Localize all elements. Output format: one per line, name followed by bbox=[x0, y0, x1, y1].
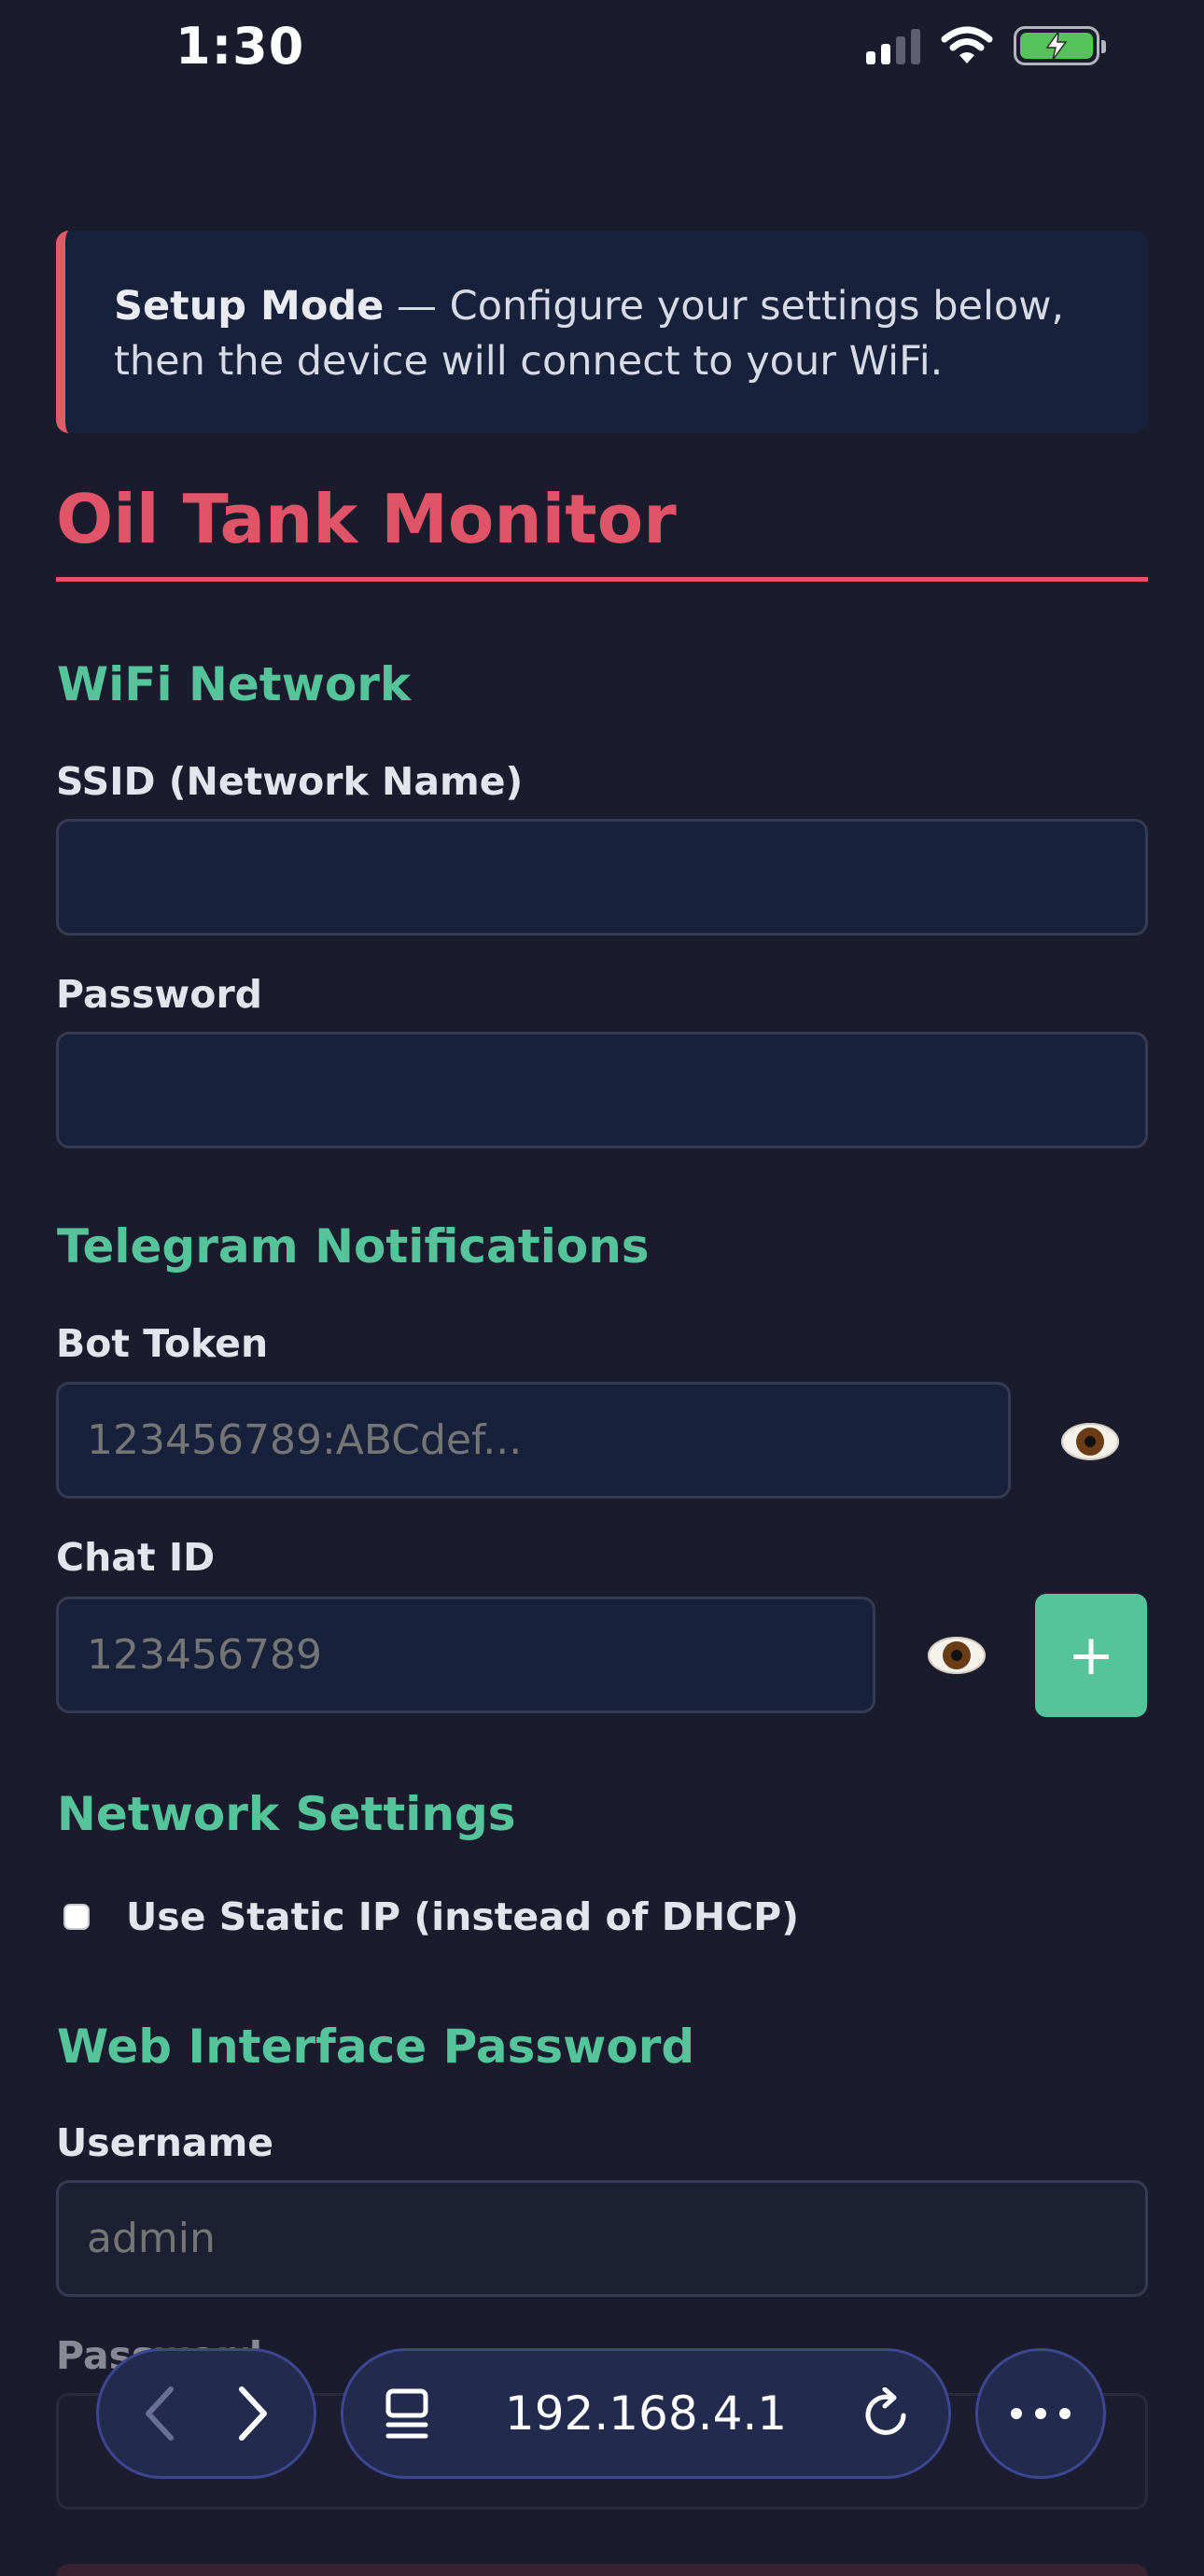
status-bar: 1:30 bbox=[0, 0, 1204, 93]
chevron-left-icon bbox=[146, 2386, 174, 2441]
chat-id-input[interactable] bbox=[56, 1597, 875, 1713]
bot-token-input[interactable] bbox=[56, 1382, 1011, 1499]
telegram-section-title: Telegram Notifications bbox=[57, 1219, 650, 1274]
username-label: Username bbox=[56, 2120, 274, 2165]
static-ip-label: Use Static IP (instead of DHCP) bbox=[126, 1894, 799, 1939]
chevron-right-icon bbox=[239, 2386, 267, 2441]
wifi-section-title: WiFi Network bbox=[57, 657, 412, 711]
more-menu-button[interactable] bbox=[975, 2348, 1106, 2479]
submit-button[interactable] bbox=[56, 2564, 1148, 2576]
username-input[interactable] bbox=[56, 2180, 1148, 2297]
eye-icon[interactable] bbox=[924, 1635, 989, 1676]
eye-icon[interactable] bbox=[1057, 1421, 1123, 1462]
setup-mode-banner: Setup Mode — Configure your settings bel… bbox=[56, 231, 1148, 433]
back-button[interactable] bbox=[127, 2367, 192, 2460]
chat-id-label: Chat ID bbox=[56, 1535, 216, 1580]
reload-icon[interactable] bbox=[862, 2387, 911, 2440]
more-dots-icon bbox=[1011, 2408, 1071, 2419]
tabs-icon[interactable] bbox=[385, 2387, 429, 2440]
bot-token-label: Bot Token bbox=[56, 1321, 269, 1366]
banner-bold: Setup Mode bbox=[114, 283, 385, 330]
static-ip-checkbox[interactable] bbox=[63, 1904, 90, 1930]
page-title: Oil Tank Monitor bbox=[56, 482, 1148, 582]
cellular-signal-icon bbox=[866, 27, 920, 64]
wifi-password-label: Password bbox=[56, 972, 263, 1017]
wifi-password-input[interactable] bbox=[56, 1032, 1148, 1148]
url-text[interactable]: 192.168.4.1 bbox=[505, 2386, 787, 2441]
ssid-input[interactable] bbox=[56, 819, 1148, 936]
network-section-title: Network Settings bbox=[57, 1787, 516, 1841]
status-icons bbox=[866, 22, 1106, 69]
battery-charging-icon bbox=[1014, 26, 1106, 65]
web-password-section-title: Web Interface Password bbox=[57, 2020, 695, 2074]
address-bar[interactable]: 192.168.4.1 bbox=[341, 2348, 951, 2479]
forward-button[interactable] bbox=[220, 2367, 286, 2460]
setup-form: Setup Mode — Configure your settings bel… bbox=[56, 231, 1148, 582]
banner-text-1: — Configure your settings below, bbox=[384, 283, 1065, 330]
wifi-icon bbox=[941, 26, 993, 63]
status-time: 1:30 bbox=[175, 17, 305, 76]
add-chat-id-button[interactable]: + bbox=[1035, 1594, 1147, 1717]
banner-text-2: then the device will connect to your WiF… bbox=[114, 338, 944, 385]
browser-nav-pill bbox=[96, 2348, 316, 2479]
ssid-label: SSID (Network Name) bbox=[56, 759, 524, 804]
